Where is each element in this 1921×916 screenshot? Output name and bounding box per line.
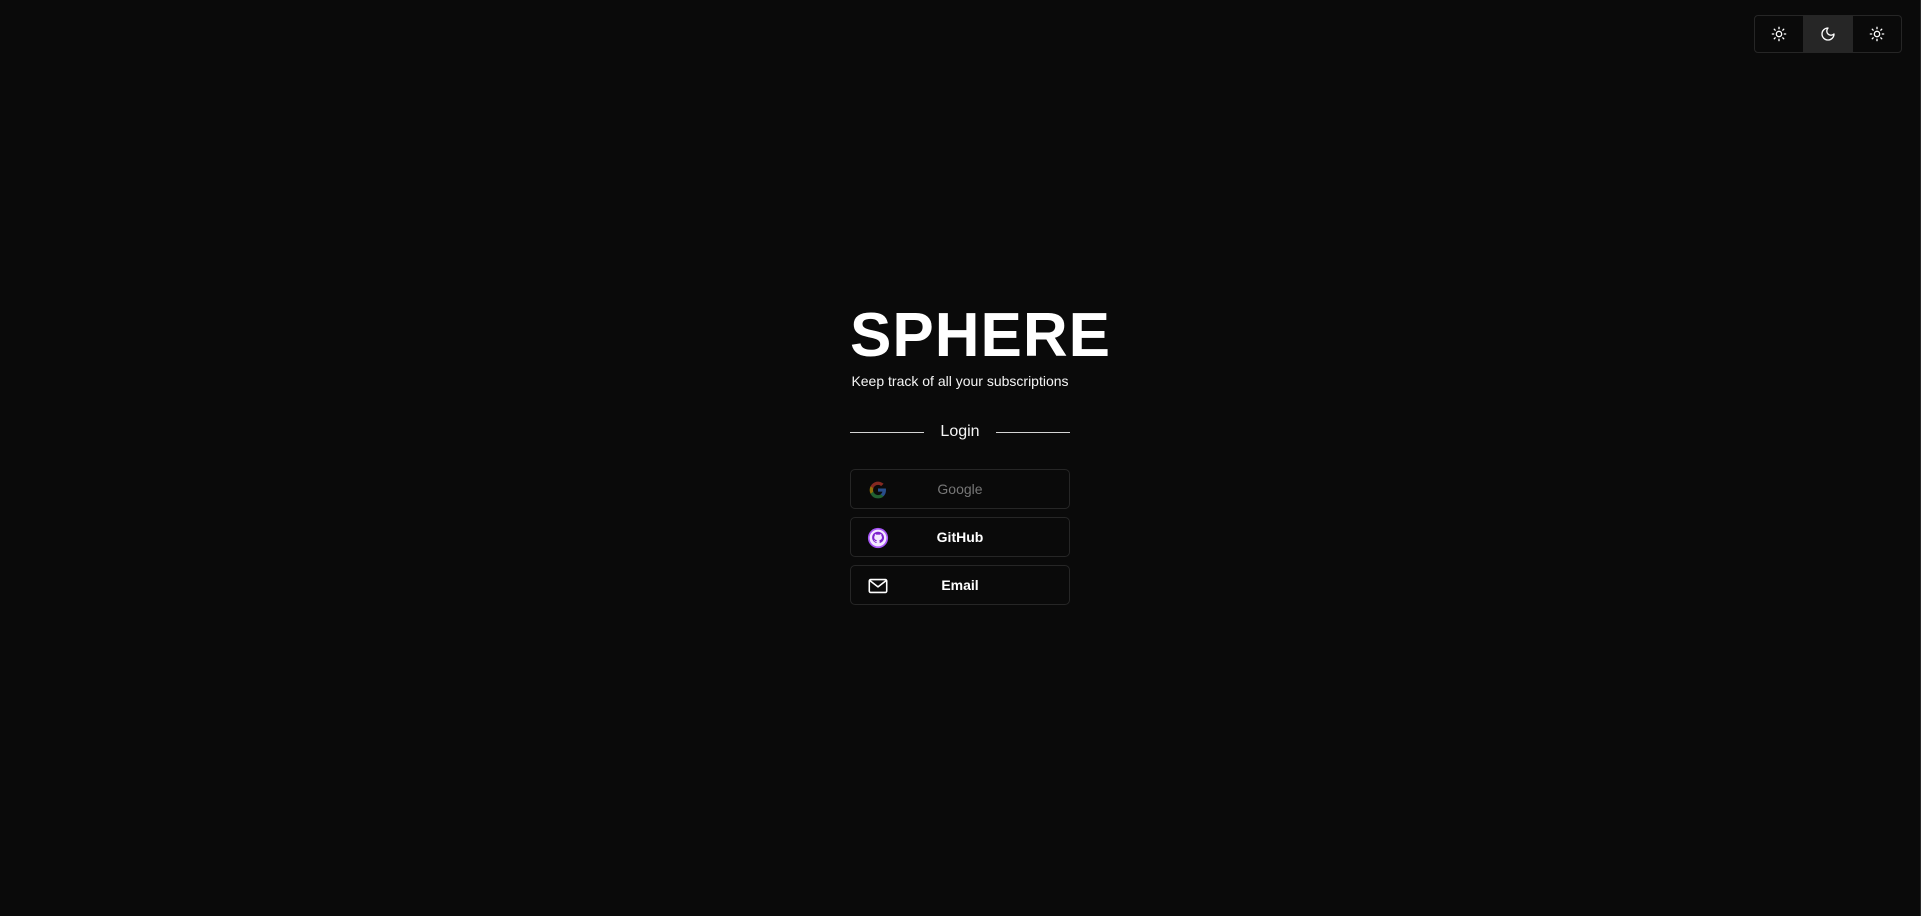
divider-line-right (995, 431, 1070, 433)
google-login-button[interactable]: Google (850, 469, 1070, 509)
app-title: SPHERE (850, 301, 1111, 370)
email-login-button[interactable]: Email (850, 565, 1070, 605)
sun-system-icon (1869, 26, 1885, 42)
google-icon (867, 479, 889, 501)
login-divider: Login (850, 420, 1070, 444)
app-tagline: Keep track of all your subscriptions (851, 373, 1069, 389)
github-login-button[interactable]: GitHub (850, 517, 1070, 557)
email-login-label: Email (941, 577, 979, 593)
divider-line-left (850, 431, 925, 433)
login-heading: Login (940, 423, 980, 440)
github-icon (867, 527, 889, 549)
moon-icon (1821, 27, 1835, 41)
sun-icon (1771, 26, 1787, 42)
login-page: SPHERE Keep track of all your subscripti… (0, 0, 1921, 916)
mail-icon (867, 575, 889, 597)
login-panel: SPHERE Keep track of all your subscripti… (850, 300, 1111, 605)
theme-system-button[interactable] (1852, 16, 1901, 52)
google-login-label: Google (937, 481, 983, 497)
theme-light-button[interactable] (1755, 16, 1803, 52)
github-login-label: GitHub (936, 529, 984, 545)
theme-dark-button[interactable] (1803, 16, 1852, 52)
theme-switcher (1754, 15, 1902, 53)
auth-provider-list: Google GitHub Email (850, 469, 1070, 605)
